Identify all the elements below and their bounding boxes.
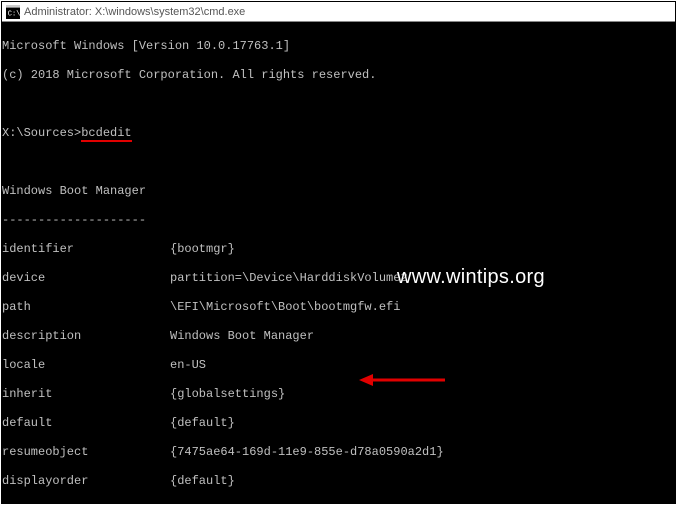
blank: [2, 97, 675, 112]
copyright-line: (c) 2018 Microsoft Corporation. All righ…: [2, 68, 675, 83]
kv-key: displayorder: [2, 474, 170, 489]
kv-row: displayorder{default}: [2, 474, 675, 489]
kv-key: identifier: [2, 242, 170, 257]
kv-value: {default}: [170, 474, 235, 489]
kv-row: devicepartition=\Device\HarddiskVolume2: [2, 271, 675, 286]
prompt-prefix: X:\Sources>: [2, 126, 81, 140]
kv-row: path\EFI\Microsoft\Boot\bootmgfw.efi: [2, 300, 675, 315]
terminal-output[interactable]: Microsoft Windows [Version 10.0.17763.1]…: [2, 22, 675, 503]
kv-key: toolsdisplayorder: [2, 503, 170, 504]
prompt-line-1: X:\Sources>bcdedit: [2, 126, 675, 141]
svg-text:C:\: C:\: [8, 10, 20, 18]
kv-key: device: [2, 271, 170, 286]
kv-value: {bootmgr}: [170, 242, 235, 257]
section-dashes: --------------------: [2, 213, 675, 228]
section-boot-manager-title: Windows Boot Manager: [2, 184, 675, 199]
kv-key: default: [2, 416, 170, 431]
command-entered: bcdedit: [81, 126, 131, 142]
kv-key: inherit: [2, 387, 170, 402]
kv-row: localeen-US: [2, 358, 675, 373]
kv-value: \EFI\Microsoft\Boot\bootmgfw.efi: [170, 300, 400, 315]
kv-value: {default}: [170, 416, 235, 431]
kv-row: toolsdisplayorder{memdiag}: [2, 503, 675, 504]
kv-key: path: [2, 300, 170, 315]
kv-row: inherit{globalsettings}: [2, 387, 675, 402]
blank: [2, 155, 675, 170]
kv-value: {7475ae64-169d-11e9-855e-d78a0590a2d1}: [170, 445, 444, 460]
version-line: Microsoft Windows [Version 10.0.17763.1]: [2, 39, 675, 54]
cmd-icon: C:\: [6, 5, 20, 19]
kv-key: resumeobject: [2, 445, 170, 460]
titlebar[interactable]: C:\ Administrator: X:\windows\system32\c…: [2, 2, 675, 22]
kv-key: locale: [2, 358, 170, 373]
window-frame: C:\ Administrator: X:\windows\system32\c…: [1, 1, 676, 504]
window-title: Administrator: X:\windows\system32\cmd.e…: [24, 6, 245, 18]
kv-value: en-US: [170, 358, 206, 373]
kv-row: descriptionWindows Boot Manager: [2, 329, 675, 344]
annotation-arrow-icon: [357, 343, 447, 417]
kv-value: partition=\Device\HarddiskVolume2: [170, 271, 408, 286]
kv-key: description: [2, 329, 170, 344]
kv-value: {globalsettings}: [170, 387, 285, 402]
kv-value: Windows Boot Manager: [170, 329, 314, 344]
kv-row: resumeobject{7475ae64-169d-11e9-855e-d78…: [2, 445, 675, 460]
kv-value: {memdiag}: [170, 503, 235, 504]
kv-row: identifier{bootmgr}: [2, 242, 675, 257]
kv-row: default{default}: [2, 416, 675, 431]
